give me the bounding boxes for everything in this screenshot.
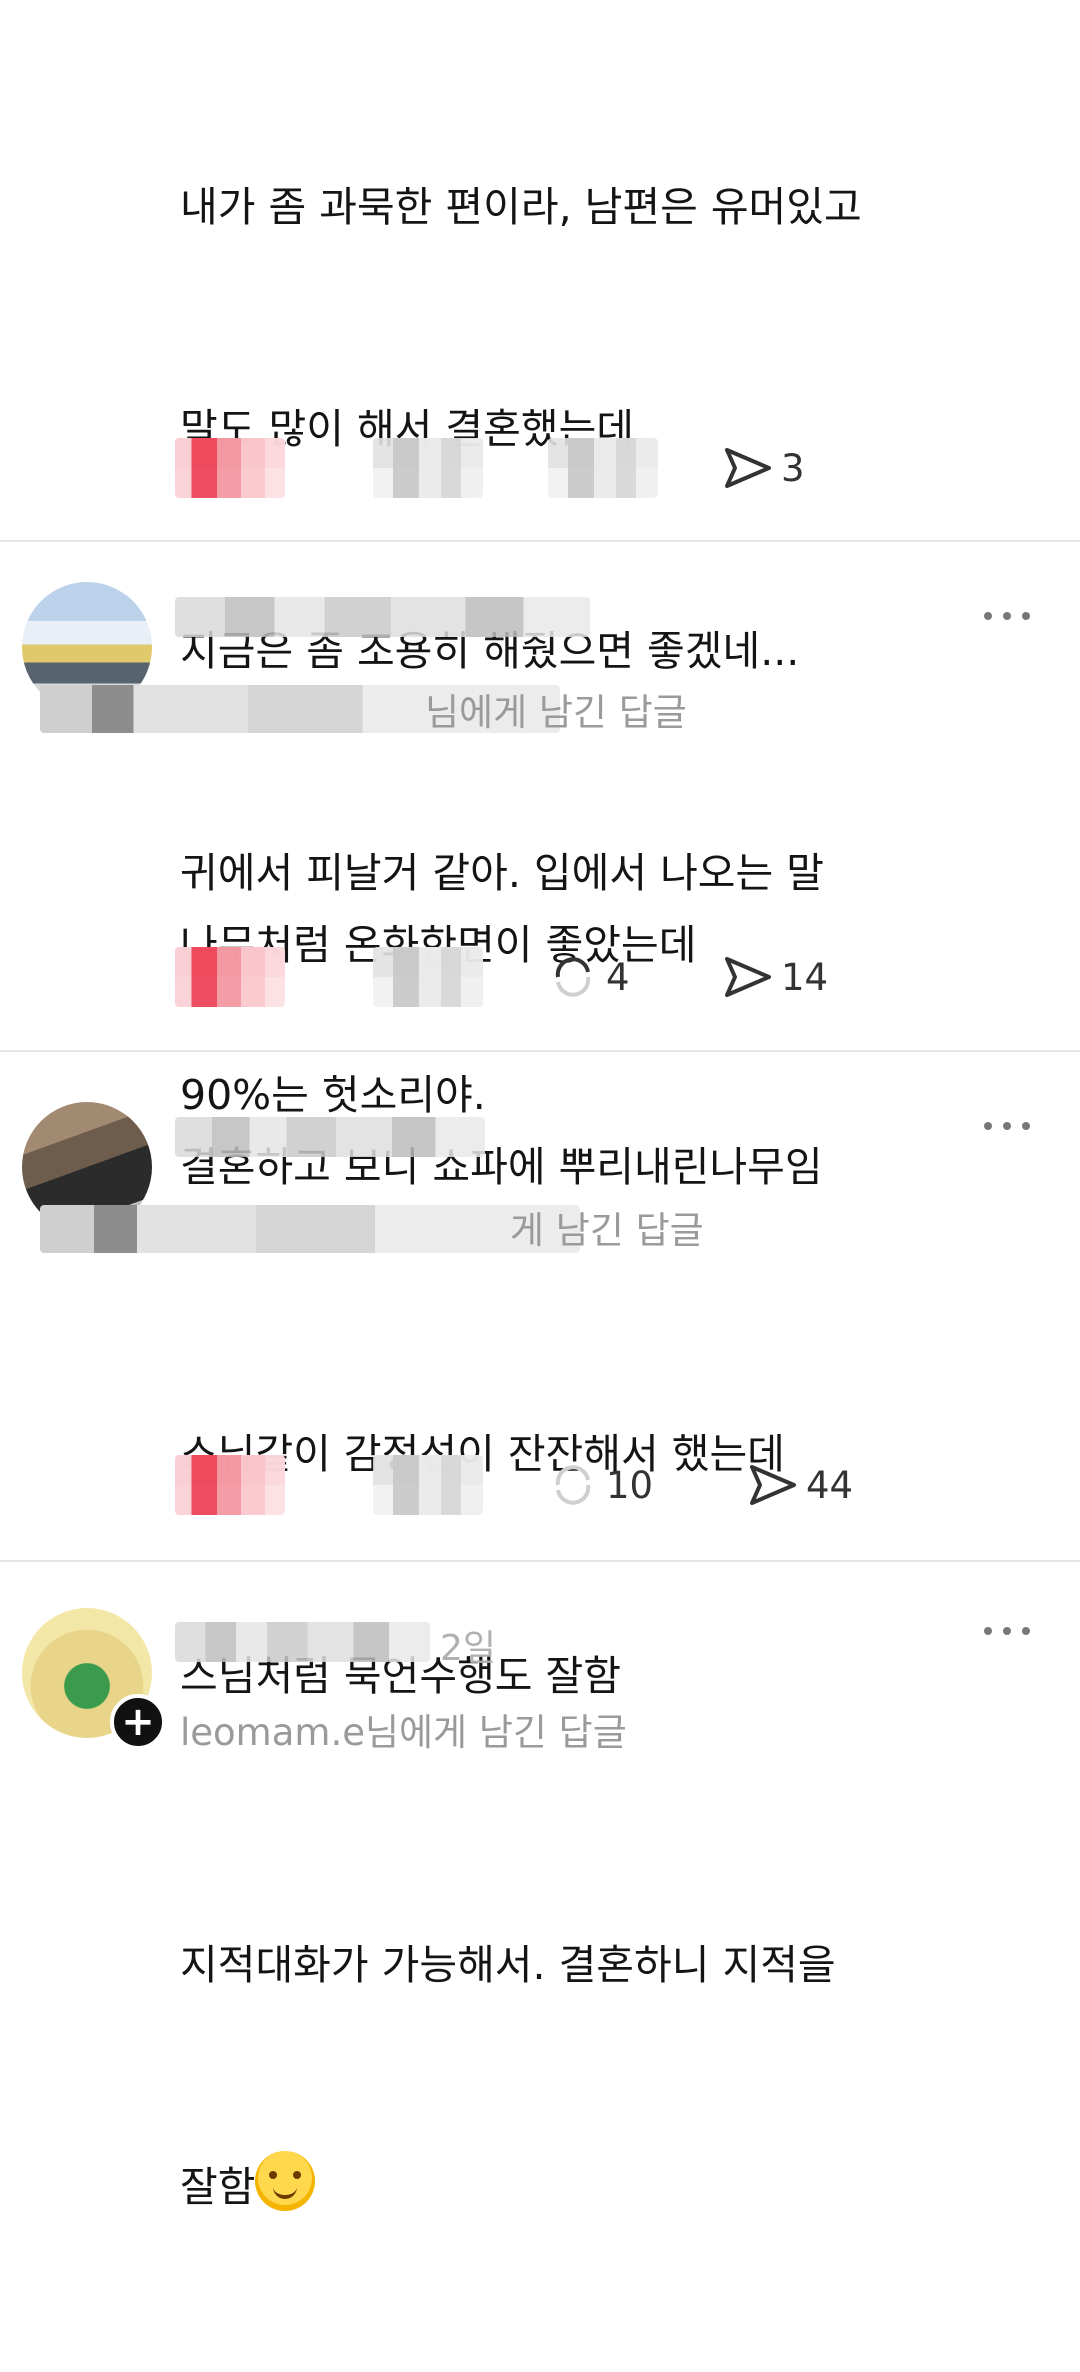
username-blurred[interactable] xyxy=(175,597,590,637)
repost-icon xyxy=(555,1465,591,1505)
comment-blurred xyxy=(373,438,483,498)
like-button[interactable] xyxy=(175,942,285,1012)
post-time: 2일 xyxy=(440,1628,497,1669)
action-bar: 10 44 xyxy=(175,1450,975,1520)
send-icon xyxy=(725,448,771,488)
reply-to-label: 님에게 남긴 답글 xyxy=(425,691,687,734)
comment-button[interactable] xyxy=(373,1450,483,1520)
share-button[interactable]: 44 xyxy=(748,1450,853,1520)
share-count: 3 xyxy=(781,446,805,490)
share-button[interactable]: 14 xyxy=(723,942,828,1012)
more-options-icon[interactable] xyxy=(984,1120,1030,1132)
reply-target-blurred xyxy=(40,1205,580,1253)
repost-count: 4 xyxy=(606,955,630,999)
more-options-icon[interactable] xyxy=(984,610,1030,622)
comment-blurred xyxy=(373,1455,483,1515)
repost-blurred xyxy=(548,438,658,498)
comment-button[interactable] xyxy=(373,942,483,1012)
post-3: 게 남긴 답글 스님같이 감정선이 잔잔해서 했는데 스님처럼 묵언수행도 잘함… xyxy=(0,1052,1080,1700)
like-button[interactable] xyxy=(175,1450,285,1520)
share-count: 14 xyxy=(781,955,829,999)
reply-to-label: leomam.e님에게 남긴 답글 xyxy=(180,1711,627,1754)
reply-to-label: 게 남긴 답글 xyxy=(510,1209,704,1252)
like-blurred xyxy=(175,438,285,498)
hugging-face-emoji xyxy=(255,2151,316,2211)
follow-plus-icon[interactable]: + xyxy=(110,1694,166,1750)
repost-button[interactable] xyxy=(548,433,658,503)
send-icon xyxy=(725,957,771,997)
repost-count: 10 xyxy=(606,1463,654,1507)
post-1: 내가 좀 과묵한 편이라, 남편은 유머있고 말도 많이 해서 결혼했는데 지금… xyxy=(0,0,1080,1119)
post-4: + 2일 leomam.e님에게 남긴 답글 지적대화가 가능해서. 결혼하니 … xyxy=(0,1562,1080,2211)
share-button[interactable]: 3 xyxy=(723,433,805,503)
username-blurred[interactable] xyxy=(175,1117,485,1157)
comment-button[interactable] xyxy=(373,433,483,503)
action-bar: 3 xyxy=(175,433,975,503)
post-text: 지적대화가 가능해서. 결혼하니 지적을 잘함 xyxy=(180,1941,836,2211)
like-button[interactable] xyxy=(175,433,285,503)
repost-icon xyxy=(555,957,591,997)
post-2: 님에게 남긴 답글 나무처럼 온화한면이 좋았는데 결혼하고 보니 쇼파에 뿌리… xyxy=(0,542,1080,1191)
share-count: 44 xyxy=(806,1463,854,1507)
comment-blurred xyxy=(373,947,483,1007)
like-blurred xyxy=(175,1455,285,1515)
action-bar: 4 14 xyxy=(175,942,975,1012)
like-blurred xyxy=(175,947,285,1007)
username-blurred[interactable] xyxy=(175,1622,430,1662)
send-icon xyxy=(750,1465,796,1505)
repost-button[interactable]: 4 xyxy=(548,942,630,1012)
repost-button[interactable]: 10 xyxy=(548,1450,653,1520)
more-options-icon[interactable] xyxy=(984,1625,1030,1637)
